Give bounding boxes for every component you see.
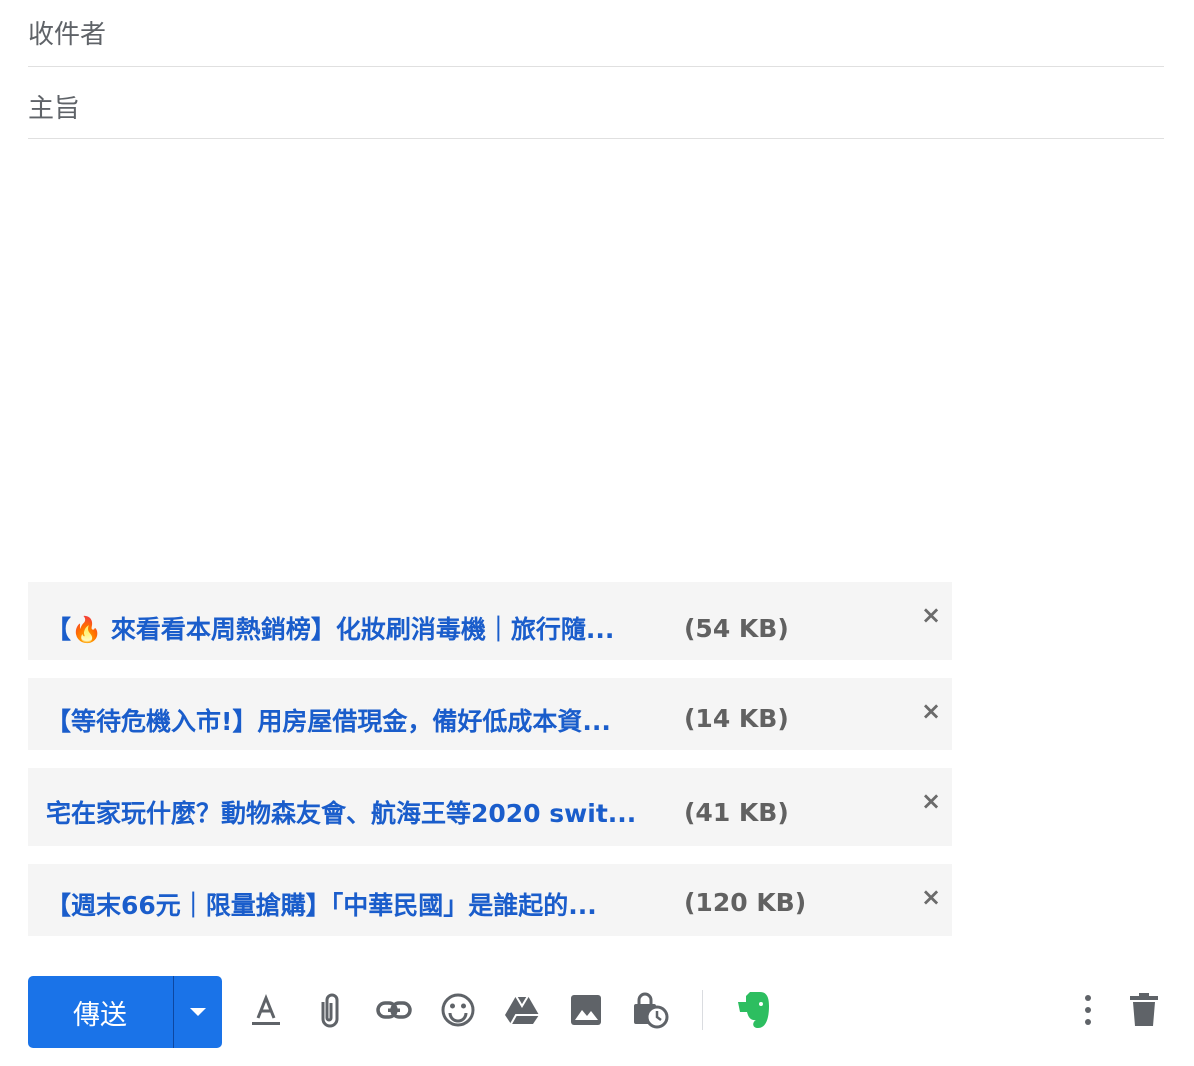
to-label: 收件者	[28, 20, 107, 50]
send-button[interactable]: 傳送	[28, 976, 172, 1048]
attachment-chip[interactable]: 【等待危機入市!】用房屋借現金，備好低成本資... (14 KB) ×	[28, 678, 952, 750]
send-button-group: 傳送	[28, 976, 222, 1048]
attachment-name[interactable]: 【等待危機入市!】用房屋借現金，備好低成本資...	[46, 702, 686, 738]
attachment-size: (120 KB)	[684, 888, 807, 917]
discard-draft-icon[interactable]	[1124, 990, 1164, 1030]
attachment-chip[interactable]: 【週末66元｜限量搶購】「中華民國」是誰起的... (120 KB) ×	[28, 864, 952, 936]
dropdown-arrow-icon	[190, 1008, 206, 1016]
attachment-chip[interactable]: 【🔥 來看看本周熱銷榜】化妝刷消毒機｜旅行隨... (54 KB) ×	[28, 582, 952, 660]
more-options-icon[interactable]	[1068, 990, 1108, 1030]
insert-link-icon[interactable]	[374, 990, 414, 1030]
send-options-button[interactable]	[174, 976, 222, 1048]
attachment-size: (14 KB)	[684, 704, 789, 733]
remove-attachment-icon[interactable]: ×	[920, 699, 942, 723]
remove-attachment-icon[interactable]: ×	[920, 885, 942, 909]
google-drive-icon[interactable]	[502, 990, 542, 1030]
confidential-mode-icon[interactable]	[630, 990, 670, 1030]
attachment-name[interactable]: 【週末66元｜限量搶購】「中華民國」是誰起的...	[46, 886, 686, 922]
attachment-chip[interactable]: 宅在家玩什麼？動物森友會、航海王等2020 swit... (41 KB) ×	[28, 768, 952, 846]
evernote-icon[interactable]	[734, 990, 774, 1030]
subject-label: 主旨	[28, 94, 81, 124]
insert-photo-icon[interactable]	[566, 990, 606, 1030]
attachment-size: (54 KB)	[684, 614, 789, 643]
toolbar-separator	[702, 990, 703, 1030]
to-field[interactable]: 收件者	[28, 0, 1164, 67]
message-body[interactable]	[28, 140, 1164, 570]
attachment-name[interactable]: 【🔥 來看看本周熱銷榜】化妝刷消毒機｜旅行隨...	[46, 610, 686, 646]
remove-attachment-icon[interactable]: ×	[920, 603, 942, 627]
format-text-icon[interactable]	[246, 990, 286, 1030]
subject-field[interactable]: 主旨	[28, 72, 1164, 139]
attach-file-icon[interactable]	[310, 990, 350, 1030]
attachment-name[interactable]: 宅在家玩什麼？動物森友會、航海王等2020 swit...	[46, 794, 686, 830]
remove-attachment-icon[interactable]: ×	[920, 789, 942, 813]
compose-toolbar: 傳送	[28, 976, 1164, 1048]
insert-emoji-icon[interactable]	[438, 990, 478, 1030]
attachment-size: (41 KB)	[684, 798, 789, 827]
